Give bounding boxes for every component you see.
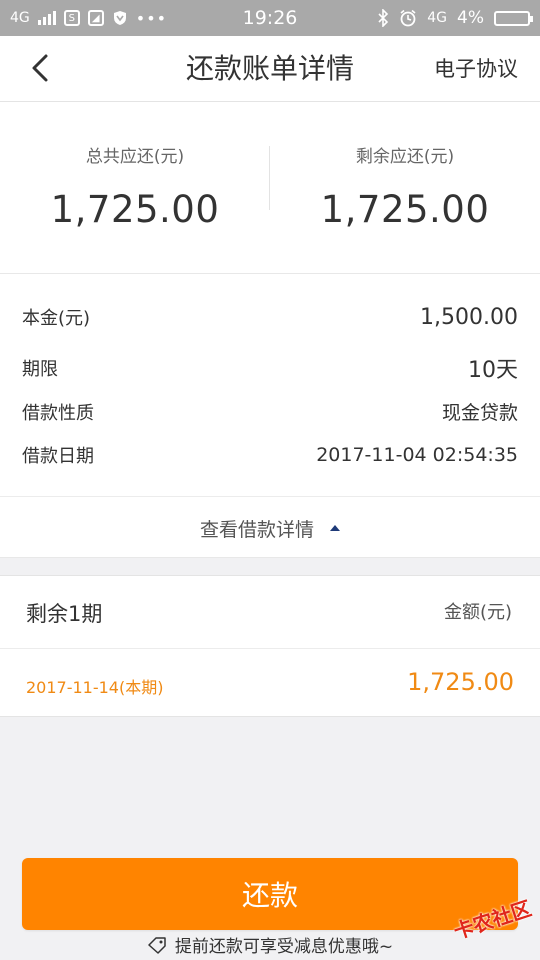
detail-row-term: 期限 10天 xyxy=(22,352,518,384)
detail-value: 10天 xyxy=(468,358,518,383)
detail-label: 本金(元) xyxy=(22,308,91,329)
detail-label: 借款性质 xyxy=(22,402,94,424)
remaining-due-label: 剩余应还(元) xyxy=(355,147,455,167)
repayment-periods: 剩余1期 金额(元) 2017-11-14(本期) 1,725.00 xyxy=(0,575,540,717)
caret-up-icon xyxy=(330,525,340,531)
bluetooth-icon xyxy=(378,9,389,27)
remaining-due: 剩余应还(元) 1,725.00 xyxy=(270,102,540,274)
signal-icon xyxy=(37,11,56,25)
tag-icon xyxy=(148,936,166,954)
periods-title: 剩余1期 xyxy=(26,602,103,626)
detail-label: 期限 xyxy=(22,359,58,380)
status-left: 4G S ◢ ••• xyxy=(10,9,167,28)
periods-header: 剩余1期 金额(元) xyxy=(0,576,540,649)
period-amount: 1,725.00 xyxy=(407,668,514,696)
remaining-due-value: 1,725.00 xyxy=(320,188,490,231)
photo-app-icon: ◢ xyxy=(87,10,104,26)
battery-icon xyxy=(494,10,533,26)
status-bar: 4G S ◢ ••• 19:26 4G 4% xyxy=(0,0,540,36)
s-app-icon: S xyxy=(63,10,80,26)
shield-app-icon xyxy=(113,11,126,25)
repay-button[interactable]: 还款 xyxy=(22,858,518,930)
period-date: 2017-11-14(本期) xyxy=(26,678,164,697)
detail-value: 2017-11-04 02:54:35 xyxy=(316,444,518,466)
view-loan-details-toggle[interactable]: 查看借款详情 xyxy=(0,496,540,559)
amount-column-label: 金额(元) xyxy=(443,602,512,623)
view-loan-details-label: 查看借款详情 xyxy=(199,518,314,541)
period-row[interactable]: 2017-11-14(本期) 1,725.00 xyxy=(0,648,540,718)
e-agreement-link[interactable]: 电子协议 xyxy=(434,36,518,102)
detail-row-loan-date: 借款日期 2017-11-04 02:54:35 xyxy=(22,442,518,468)
detail-row-loan-type: 借款性质 现金贷款 xyxy=(22,398,518,425)
summary-panel: 总共应还(元) 1,725.00 剩余应还(元) 1,725.00 xyxy=(0,102,540,274)
more-icon: ••• xyxy=(135,8,168,28)
battery-percent: 4% xyxy=(457,8,484,28)
status-right: 4G 4% xyxy=(377,8,533,28)
nav-bar: 还款账单详情 电子协议 xyxy=(0,36,540,102)
network-type-right: 4G xyxy=(427,10,448,26)
network-type: 4G xyxy=(10,10,30,26)
detail-value: 1,500.00 xyxy=(420,304,518,330)
total-due-value: 1,725.00 xyxy=(50,188,220,231)
loan-details: 本金(元) 1,500.00 期限 10天 借款性质 现金贷款 借款日期 201… xyxy=(0,274,540,558)
total-due-label: 总共应还(元) xyxy=(85,147,185,167)
early-repay-tip-text: 提前还款可享受减息优惠哦~ xyxy=(174,937,394,957)
back-icon[interactable] xyxy=(24,50,60,86)
alarm-icon xyxy=(400,9,416,27)
total-due: 总共应还(元) 1,725.00 xyxy=(0,102,270,274)
detail-label: 借款日期 xyxy=(22,446,94,467)
detail-row-principal: 本金(元) 1,500.00 xyxy=(22,304,518,330)
detail-value: 现金贷款 xyxy=(441,402,518,424)
